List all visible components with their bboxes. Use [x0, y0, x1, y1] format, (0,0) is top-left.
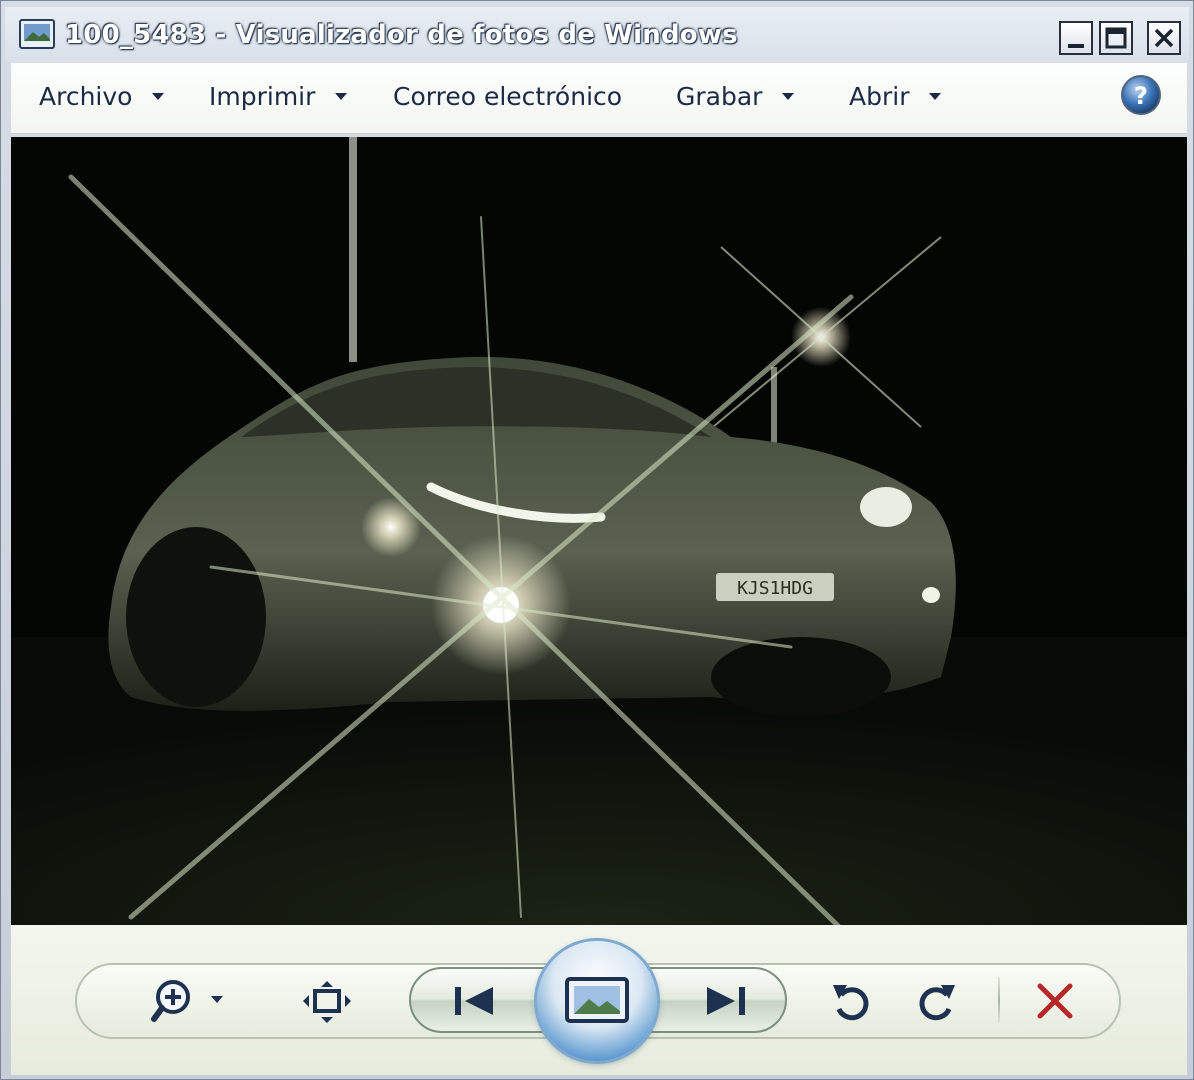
menu-grabar[interactable]: Grabar — [676, 77, 795, 117]
maximize-button[interactable] — [1099, 21, 1133, 55]
menu-imprimir[interactable]: Imprimir — [209, 77, 348, 117]
help-icon[interactable]: ? — [1119, 73, 1163, 117]
rotate-clockwise-icon[interactable] — [915, 979, 959, 1027]
title-bar[interactable]: 100_5483 - Visualizador de fotos de Wind… — [5, 7, 1189, 63]
toolbar-divider — [998, 977, 1000, 1023]
zoom-icon[interactable] — [151, 977, 231, 1029]
menu-bar: Archivo Imprimir Correo electrónico Grab… — [11, 63, 1187, 134]
close-button[interactable] — [1147, 21, 1181, 55]
minimize-button[interactable] — [1059, 21, 1093, 55]
actual-size-icon[interactable] — [301, 979, 353, 1029]
chevron-down-icon — [335, 92, 348, 100]
menu-abrir-label: Abrir — [849, 82, 910, 111]
delete-icon[interactable] — [1035, 981, 1075, 1025]
bottom-toolbar — [11, 925, 1187, 1075]
rotate-counterclockwise-icon[interactable] — [829, 979, 873, 1027]
chevron-down-icon — [782, 92, 795, 100]
chevron-down-icon — [929, 92, 942, 100]
photo-viewer-window: 100_5483 - Visualizador de fotos de Wind… — [0, 0, 1194, 1080]
night-car-photo: KJS1HDG — [11, 137, 1187, 925]
menu-imprimir-label: Imprimir — [209, 82, 316, 111]
next-icon[interactable] — [703, 983, 749, 1023]
menu-abrir[interactable]: Abrir — [849, 77, 942, 117]
photo-viewer-icon — [19, 19, 55, 49]
menu-correo[interactable]: Correo electrónico — [393, 77, 622, 117]
svg-text:KJS1HDG: KJS1HDG — [737, 578, 813, 599]
window-title: 100_5483 - Visualizador de fotos de Wind… — [65, 20, 738, 50]
menu-correo-label: Correo electrónico — [393, 82, 623, 111]
slideshow-icon — [565, 977, 629, 1023]
chevron-down-icon — [152, 92, 165, 100]
slideshow-button[interactable] — [537, 941, 657, 1061]
svg-text:?: ? — [1134, 82, 1148, 110]
previous-icon[interactable] — [451, 983, 497, 1023]
photo-display[interactable]: KJS1HDG — [11, 137, 1187, 925]
menu-archivo-label: Archivo — [39, 82, 133, 111]
menu-archivo[interactable]: Archivo — [39, 77, 165, 117]
menu-grabar-label: Grabar — [676, 82, 763, 111]
